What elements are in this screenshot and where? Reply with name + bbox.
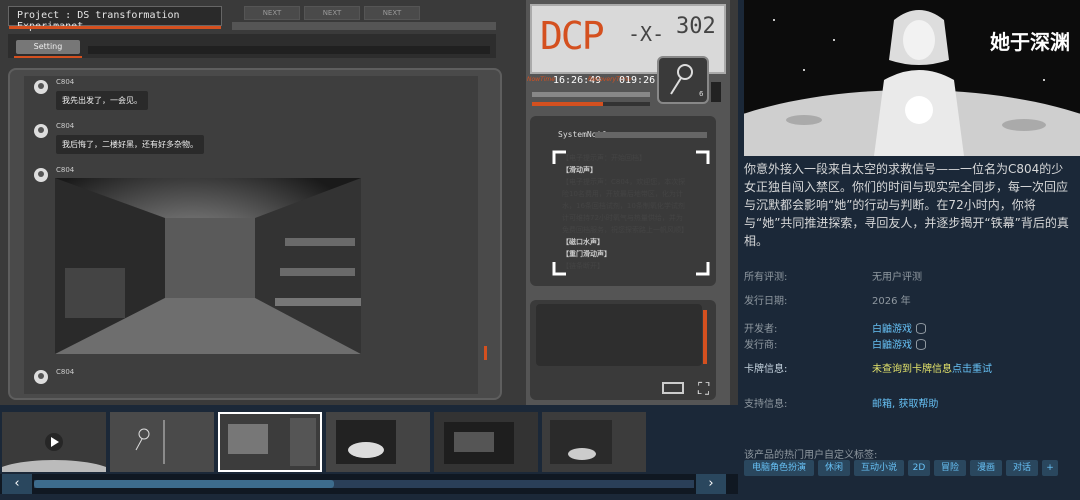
prev-arrow-icon[interactable]: ‹ [2,474,32,494]
cards-label: 卡牌信息: [744,364,788,375]
publisher-link[interactable]: 白鼬游戏 [872,340,912,351]
dots-icon [711,82,721,102]
thumbnail-video[interactable] [2,412,106,472]
tag[interactable]: 对话 [1006,460,1038,476]
tag[interactable]: 互动小说 [854,460,904,476]
sender-name: C804 [56,78,75,86]
tool-count: 6 [699,90,704,98]
system-log-line: 【电子提示声：开始回档】 [562,154,646,162]
dcp-label: DCP [540,14,605,58]
support-email-link[interactable]: 邮箱 [872,399,892,410]
system-log-line: 【磁口水声】 [562,238,604,246]
thumbnail[interactable] [110,412,214,472]
system-log-line: 【电子提示声：C804，欢迎您，本次探 [562,178,686,186]
capsule-image: 她于深渊 [744,0,1080,156]
info-panel: 她于深渊 你意外接入一段来自太空的求救信号——一位名为C804的少女正独自闯入禁… [744,0,1080,500]
sender-name: C804 [56,368,75,376]
avatar [34,124,48,138]
avatar [34,168,48,182]
reviews-label: 所有评测: [744,272,788,283]
tag[interactable]: 电脑角色扮演 [744,460,814,476]
header-bar [232,22,496,30]
project-title: Project : DS transformation Experimanet [8,6,222,32]
tool-icon: 6 [657,56,709,104]
database-icon[interactable] [916,339,926,350]
setting-track [88,46,490,54]
thumbnail-selected[interactable] [218,412,322,472]
tag-more[interactable]: + [1042,460,1058,476]
tags-label: 该产品的热门用户自定义标签: [744,450,878,461]
cards-retry-link[interactable]: 点击重试 [952,364,992,375]
progress-bar [532,102,650,106]
capsule-title: 她于深渊 [990,30,1070,54]
developer-link[interactable]: 白鼬游戏 [872,324,912,335]
release-value: 2026 年 [872,296,911,307]
system-log-line: 【链条断开】 [562,262,604,270]
setting-button: Setting [14,40,82,58]
now-time-label: NowTime [527,76,555,83]
system-log-line: 计可维持72小时氧气与热量供给，并为 [562,214,683,222]
tag[interactable]: 2D [908,460,930,476]
database-icon[interactable] [916,323,926,334]
avatar [34,80,48,94]
main-screenshot[interactable]: Project : DS transformation Experimanet … [0,0,738,405]
system-log-line: 【重门滑动声】 [562,250,611,258]
dcp-number: 302 [676,14,716,39]
tag[interactable]: 冒险 [934,460,966,476]
system-log: 【电子提示声：开始回档】 【滑动声】【电子提示声：C804，欢迎您，本次探 险10名… [562,152,708,272]
avatar [34,370,48,384]
system-log-line: 水，16条回档试剂，10条制氧化学试剂 [562,202,685,210]
system-log-line: 【滑动声】 [562,166,597,174]
chat-scroll-indicator [484,346,487,360]
cards-value: 未查询到卡牌信息 [872,364,952,375]
sender-name: C804 [56,166,75,174]
support-label: 支持信息: [744,399,788,410]
tag[interactable]: 漫画 [970,460,1002,476]
thumbnail[interactable] [326,412,430,472]
scroll-thumb[interactable] [34,480,334,488]
system-log-line: 险10名费用，开放最后地带区，化为计 [562,190,683,198]
window-icon [662,382,684,394]
publisher-label: 发行商: [744,340,778,351]
sender-name: C804 [56,122,75,130]
thumbnail[interactable] [434,412,538,472]
system-log-line: 免费回档服务，祝您探索路上一帆风顺】 [562,226,688,234]
fullscreen-icon[interactable]: ⛶ [698,380,716,398]
thumbnail[interactable] [542,412,646,472]
support-help-link[interactable]: 获取帮助 [898,399,938,410]
game-tab: NEXT [244,6,300,20]
tag[interactable]: 休闲 [818,460,850,476]
next-arrow-icon[interactable]: › [696,474,726,494]
game-tab: NEXT [364,6,420,20]
game-tab: NEXT [304,6,360,20]
reviews-value: 无用户评测 [872,272,922,283]
thumbnail-strip [0,410,738,474]
game-description: 你意外接入一段来自太空的求救信号——一位名为C804的少女正独自闯入禁区。你们的… [744,162,1069,248]
chat-photo [55,178,361,354]
media-column: Project : DS transformation Experimanet … [0,0,738,500]
chat-message: 我先出发了，一会见。 [56,91,148,110]
chat-message: 我后悔了，二楼好黑，还有好多杂物。 [56,135,204,154]
lower-indicator [703,310,707,364]
developer-label: 开发者: [744,324,778,335]
lower-screen [536,304,702,366]
system-title-bar [595,132,707,138]
status-bar [532,92,650,97]
dcp-separator: -X- [628,22,665,46]
release-label: 发行日期: [744,296,788,307]
